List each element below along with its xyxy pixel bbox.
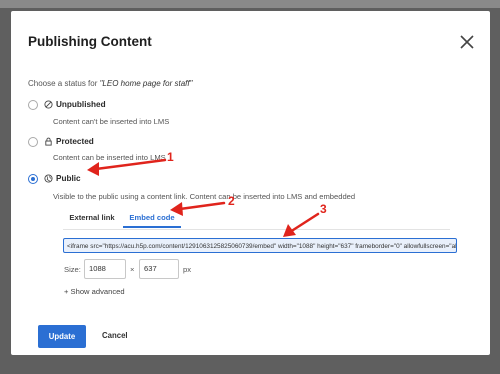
height-input[interactable]: 637 <box>139 259 179 279</box>
option-description: Content can't be inserted into LMS <box>53 117 170 126</box>
dialog-title: Publishing Content <box>28 34 152 49</box>
ban-icon <box>44 100 53 109</box>
annotation-number-3: 3 <box>320 202 327 216</box>
globe-icon <box>44 174 53 183</box>
times-separator: × <box>130 265 135 274</box>
option-description: Content can be inserted into LMS <box>53 153 166 162</box>
option-description: Visible to the public using a content li… <box>53 192 356 201</box>
radio-public[interactable] <box>28 174 38 184</box>
tab-external-link[interactable]: External link <box>63 209 121 228</box>
radio-protected[interactable] <box>28 137 38 147</box>
embed-tabs: External link Embed code <box>63 209 450 230</box>
choose-prefix: Choose a status for <box>28 79 100 88</box>
option-label: Protected <box>56 137 94 146</box>
show-advanced-link[interactable]: + Show advanced <box>64 287 125 296</box>
size-label: Size: <box>64 265 81 274</box>
width-input[interactable]: 1088 <box>84 259 126 279</box>
option-label: Public <box>56 174 81 183</box>
close-icon[interactable] <box>459 34 475 50</box>
px-unit: px <box>183 265 192 274</box>
annotation-number-1: 1 <box>167 150 174 164</box>
update-button[interactable]: Update <box>38 325 86 348</box>
annotation-number-2: 2 <box>228 194 235 208</box>
radio-unpublished[interactable] <box>28 100 38 110</box>
cancel-button[interactable]: Cancel <box>102 331 128 340</box>
option-label: Unpublished <box>56 100 106 109</box>
choose-status-text: Choose a status for "LEO home page for s… <box>28 79 192 88</box>
backdrop-strip <box>0 0 500 8</box>
tab-embed-code[interactable]: Embed code <box>123 209 181 228</box>
lock-icon <box>45 137 52 146</box>
embed-code-field[interactable]: <iframe src="https://acu.h5p.com/content… <box>63 238 457 253</box>
publishing-dialog: Publishing Content Choose a status for "… <box>11 11 490 355</box>
content-title: "LEO home page for staff" <box>99 79 193 88</box>
